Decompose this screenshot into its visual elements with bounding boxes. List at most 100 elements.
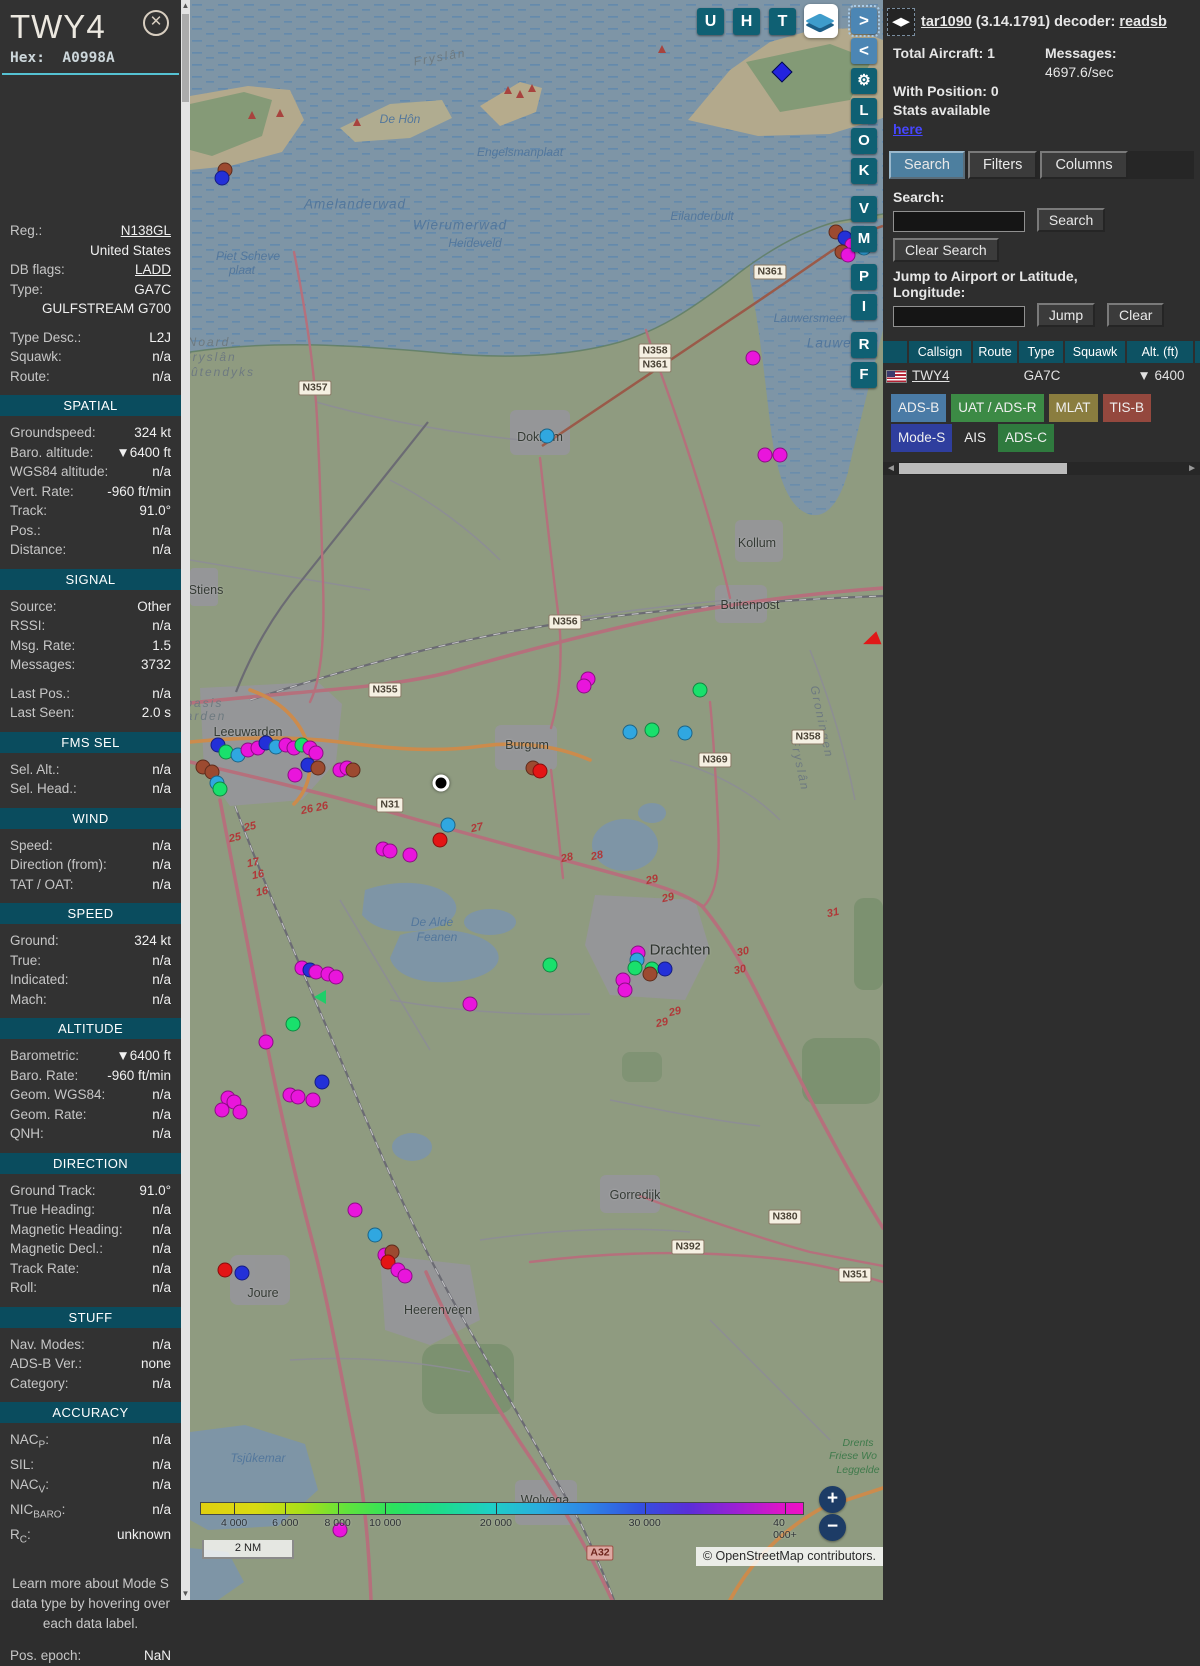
map-side-button-settings[interactable]: ⚙ — [851, 68, 877, 94]
aircraft-dot[interactable] — [290, 1089, 306, 1105]
selected-position-marker[interactable] — [432, 774, 450, 792]
aircraft-dot[interactable] — [214, 1102, 230, 1118]
scroll-up-icon[interactable]: ▲ — [181, 0, 190, 12]
horizontal-scrollbar[interactable]: ◄ ► — [883, 462, 1200, 475]
readsb-link[interactable]: readsb — [1119, 14, 1167, 30]
aircraft-dot[interactable] — [657, 961, 673, 977]
jump-clear-button[interactable]: Clear — [1107, 303, 1165, 327]
badge-ads-b[interactable]: ADS-B — [891, 394, 947, 422]
close-icon[interactable]: ✕ — [143, 10, 169, 36]
aircraft-dot[interactable] — [539, 428, 555, 444]
zoom-in-button[interactable]: + — [819, 1486, 846, 1513]
left-panel-scrollbar[interactable]: ▲ ▼ — [181, 0, 190, 1600]
column-header[interactable]: Route — [973, 341, 1019, 363]
aircraft-dot[interactable] — [328, 969, 344, 985]
aircraft-dot[interactable] — [382, 843, 398, 859]
aircraft-dot[interactable] — [345, 762, 361, 778]
tab-filters[interactable]: Filters — [967, 151, 1038, 179]
map-button-u[interactable]: U — [697, 8, 724, 35]
scroll-left-icon[interactable]: ◄ — [886, 462, 896, 475]
aircraft-dot[interactable] — [402, 847, 418, 863]
map-side-button-o[interactable]: O — [851, 128, 877, 154]
aircraft-dot[interactable] — [542, 957, 558, 973]
column-header[interactable]: Spd — [1195, 341, 1200, 363]
map-side-button-p[interactable]: P — [851, 264, 877, 290]
aircraft-dot[interactable] — [212, 781, 228, 797]
map-side-button-prev[interactable]: < — [851, 38, 877, 64]
aircraft-dot[interactable] — [532, 763, 548, 779]
aircraft-dot[interactable] — [347, 1202, 363, 1218]
aircraft-dot[interactable] — [627, 960, 643, 976]
tab-search[interactable]: Search — [889, 151, 965, 179]
aircraft-dot[interactable] — [440, 817, 456, 833]
aircraft-dot[interactable] — [232, 1104, 248, 1120]
stats-here-link[interactable]: here — [893, 121, 923, 137]
aircraft-dot[interactable] — [772, 447, 788, 463]
aircraft-dot[interactable] — [234, 1265, 250, 1281]
badge-uat-ads-r[interactable]: UAT / ADS-R — [951, 394, 1044, 422]
column-header[interactable]: Alt. (ft) — [1127, 341, 1195, 363]
search-button[interactable]: Search — [1036, 208, 1106, 232]
aircraft-dot[interactable] — [644, 722, 660, 738]
map-side-button-next[interactable]: > — [848, 5, 880, 37]
scrollbar-thumb[interactable] — [182, 14, 189, 102]
aircraft-dot[interactable] — [367, 1227, 383, 1243]
column-header[interactable] — [883, 341, 909, 363]
map-side-button-v[interactable]: V — [851, 196, 877, 222]
map-button-t[interactable]: T — [769, 8, 796, 35]
badge-tis-b[interactable]: TIS-B — [1102, 394, 1152, 422]
aircraft-dot[interactable] — [285, 1016, 301, 1032]
aircraft-dot[interactable] — [692, 682, 708, 698]
tar1090-link[interactable]: tar1090 — [921, 14, 972, 30]
map-side-button-l[interactable]: L — [851, 98, 877, 124]
section-header: DIRECTION — [0, 1152, 181, 1174]
aircraft-dot[interactable] — [432, 832, 448, 848]
callsign-link[interactable]: TWY4 — [909, 363, 973, 388]
aircraft-dot[interactable] — [217, 1262, 233, 1278]
jump-input[interactable] — [893, 305, 1025, 327]
column-header[interactable]: Squawk — [1065, 341, 1127, 363]
aircraft-dot[interactable] — [287, 767, 303, 783]
map[interactable]: Fryslân De Hôn Engelsmanplaat Wierumerwad Am… — [190, 0, 883, 1600]
map-side-button-i[interactable]: I — [851, 294, 877, 320]
map-side-button-m[interactable]: M — [851, 226, 877, 252]
map-side-button-k[interactable]: K — [851, 158, 877, 184]
aircraft-dot[interactable] — [757, 447, 773, 463]
aircraft-marker-triangle[interactable] — [314, 990, 326, 1004]
aircraft-dot[interactable] — [642, 966, 658, 982]
aircraft-dot[interactable] — [258, 1034, 274, 1050]
column-header[interactable]: Type — [1019, 341, 1065, 363]
badge-ads-c[interactable]: ADS-C — [998, 424, 1055, 452]
search-input[interactable] — [893, 210, 1025, 232]
collapse-sidebar-icon[interactable]: ◀▶ — [887, 8, 915, 36]
badge-mode-s[interactable]: Mode-S — [891, 424, 953, 452]
scroll-right-icon[interactable]: ► — [1187, 462, 1197, 475]
beacon-icon — [516, 90, 524, 98]
scroll-down-icon[interactable]: ▼ — [181, 1588, 190, 1600]
aircraft-dot[interactable] — [622, 724, 638, 740]
aircraft-dot[interactable] — [462, 996, 478, 1012]
aircraft-dot[interactable] — [314, 1074, 330, 1090]
badge-mlat[interactable]: MLAT — [1048, 394, 1098, 422]
map-button-h[interactable]: H — [733, 8, 760, 35]
column-header[interactable]: Callsign — [909, 341, 973, 363]
aircraft-dot[interactable] — [576, 678, 592, 694]
aircraft-table-row[interactable]: TWY4 GA7C ▼ 6400 — [883, 363, 1200, 388]
aircraft-dot[interactable] — [305, 1092, 321, 1108]
aircraft-dot[interactable] — [745, 350, 761, 366]
badge-ais[interactable]: AIS — [957, 424, 993, 452]
map-side-button-r[interactable]: R — [851, 332, 877, 358]
jump-button[interactable]: Jump — [1036, 303, 1096, 327]
map-side-button-f[interactable]: F — [851, 362, 877, 388]
layers-button[interactable] — [804, 4, 838, 38]
aircraft-dot[interactable] — [677, 725, 693, 741]
aircraft-dot[interactable] — [214, 170, 230, 186]
clear-search-button[interactable]: Clear Search — [893, 238, 999, 262]
aircraft-dot[interactable] — [397, 1268, 413, 1284]
tab-columns[interactable]: Columns — [1040, 151, 1128, 179]
hscroll-thumb[interactable] — [899, 463, 1067, 474]
aircraft-dot[interactable] — [617, 982, 633, 998]
zoom-out-button[interactable]: − — [819, 1514, 846, 1541]
aircraft-dot[interactable] — [310, 760, 326, 776]
panel-sections: SPATIAL Groundspeed: 324 kt Baro. altitude:… — [0, 395, 181, 1550]
